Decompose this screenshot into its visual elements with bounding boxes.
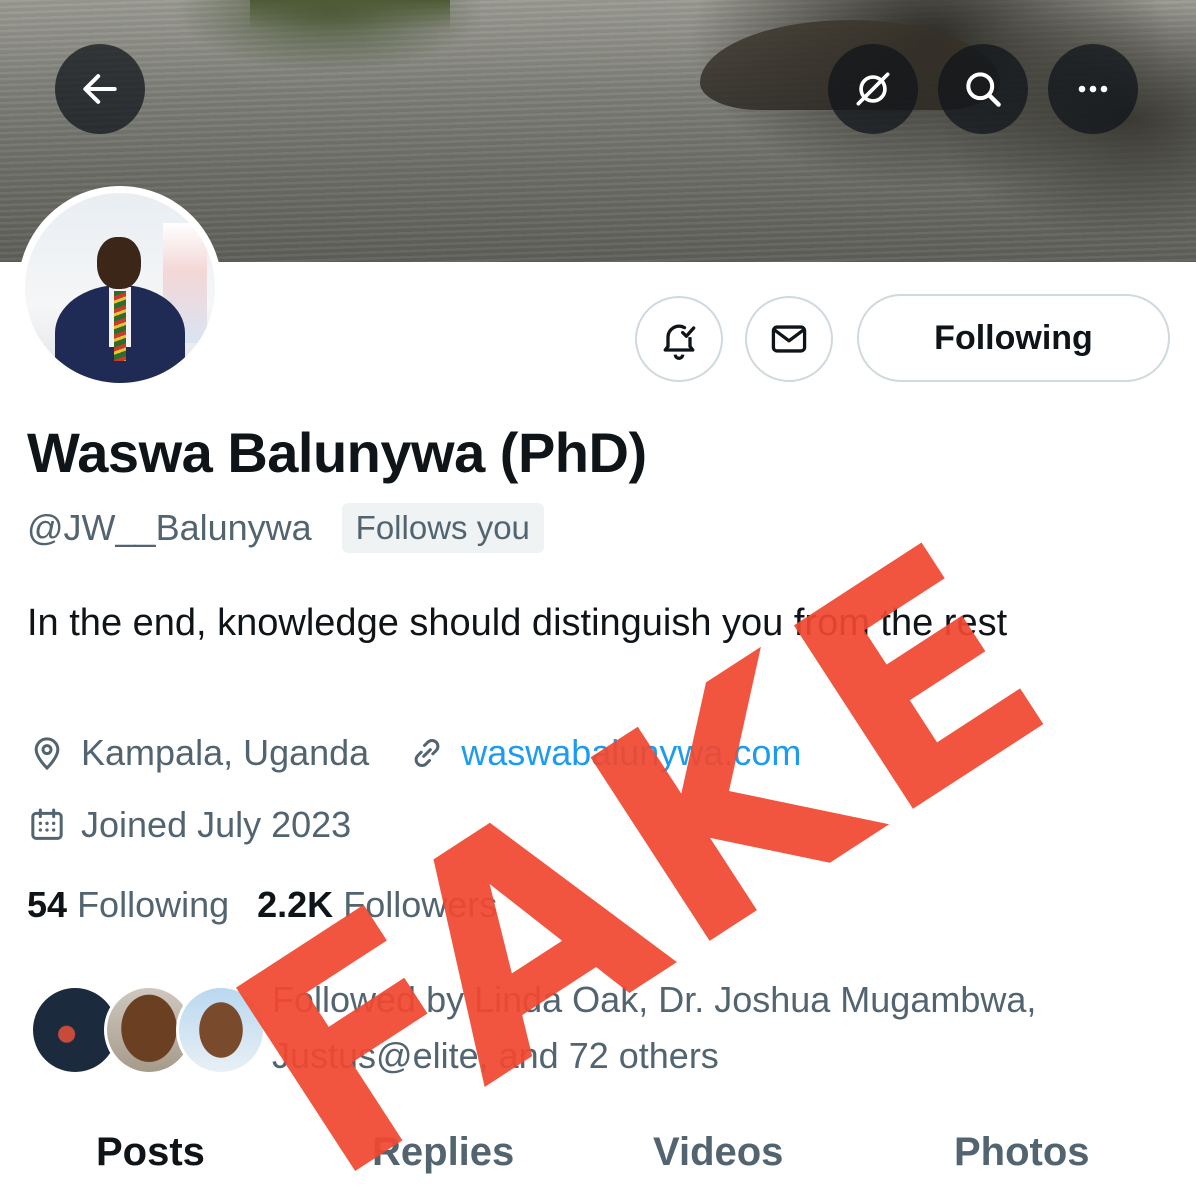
location-pin-icon xyxy=(34,737,60,771)
tab-videos[interactable]: Videos xyxy=(653,1130,783,1175)
link-icon xyxy=(414,739,440,767)
notifications-button[interactable] xyxy=(635,296,723,382)
banner-treeline xyxy=(250,0,450,30)
following-count: 54 xyxy=(27,884,68,925)
avatar-photo xyxy=(25,193,215,383)
joined-row: Joined July 2023 xyxy=(27,804,351,846)
arrow-left-icon xyxy=(83,74,117,104)
display-name: Waswa Balunywa (PhD) xyxy=(27,421,647,484)
following-stat[interactable]: 54 Following xyxy=(27,884,229,925)
calendar-icon xyxy=(31,808,63,840)
following-button[interactable]: Following xyxy=(857,294,1170,382)
following-stat-label: Following xyxy=(77,884,230,925)
message-button[interactable] xyxy=(745,296,833,382)
grok-button[interactable] xyxy=(828,44,918,134)
more-button[interactable] xyxy=(1048,44,1138,134)
user-handle: @JW__Balunywa xyxy=(27,507,312,548)
bell-check-icon xyxy=(663,324,696,360)
envelope-icon xyxy=(771,325,807,353)
follows-you-badge: Follows you xyxy=(341,503,544,553)
tab-posts[interactable]: Posts xyxy=(96,1130,205,1175)
back-button[interactable] xyxy=(55,44,145,134)
grok-icon xyxy=(856,72,890,106)
search-button[interactable] xyxy=(938,44,1028,134)
location-text: Kampala, Uganda xyxy=(81,732,370,773)
handle-row: @JW__Balunywa Follows you xyxy=(27,503,544,553)
more-horizontal-icon xyxy=(1078,85,1108,93)
joined-text: Joined July 2023 xyxy=(81,804,352,845)
profile-tabs: Posts Replies Videos Photos xyxy=(0,1130,1196,1200)
profile-avatar[interactable] xyxy=(18,186,222,390)
search-icon xyxy=(966,72,1001,107)
tab-photos[interactable]: Photos xyxy=(954,1130,1090,1175)
